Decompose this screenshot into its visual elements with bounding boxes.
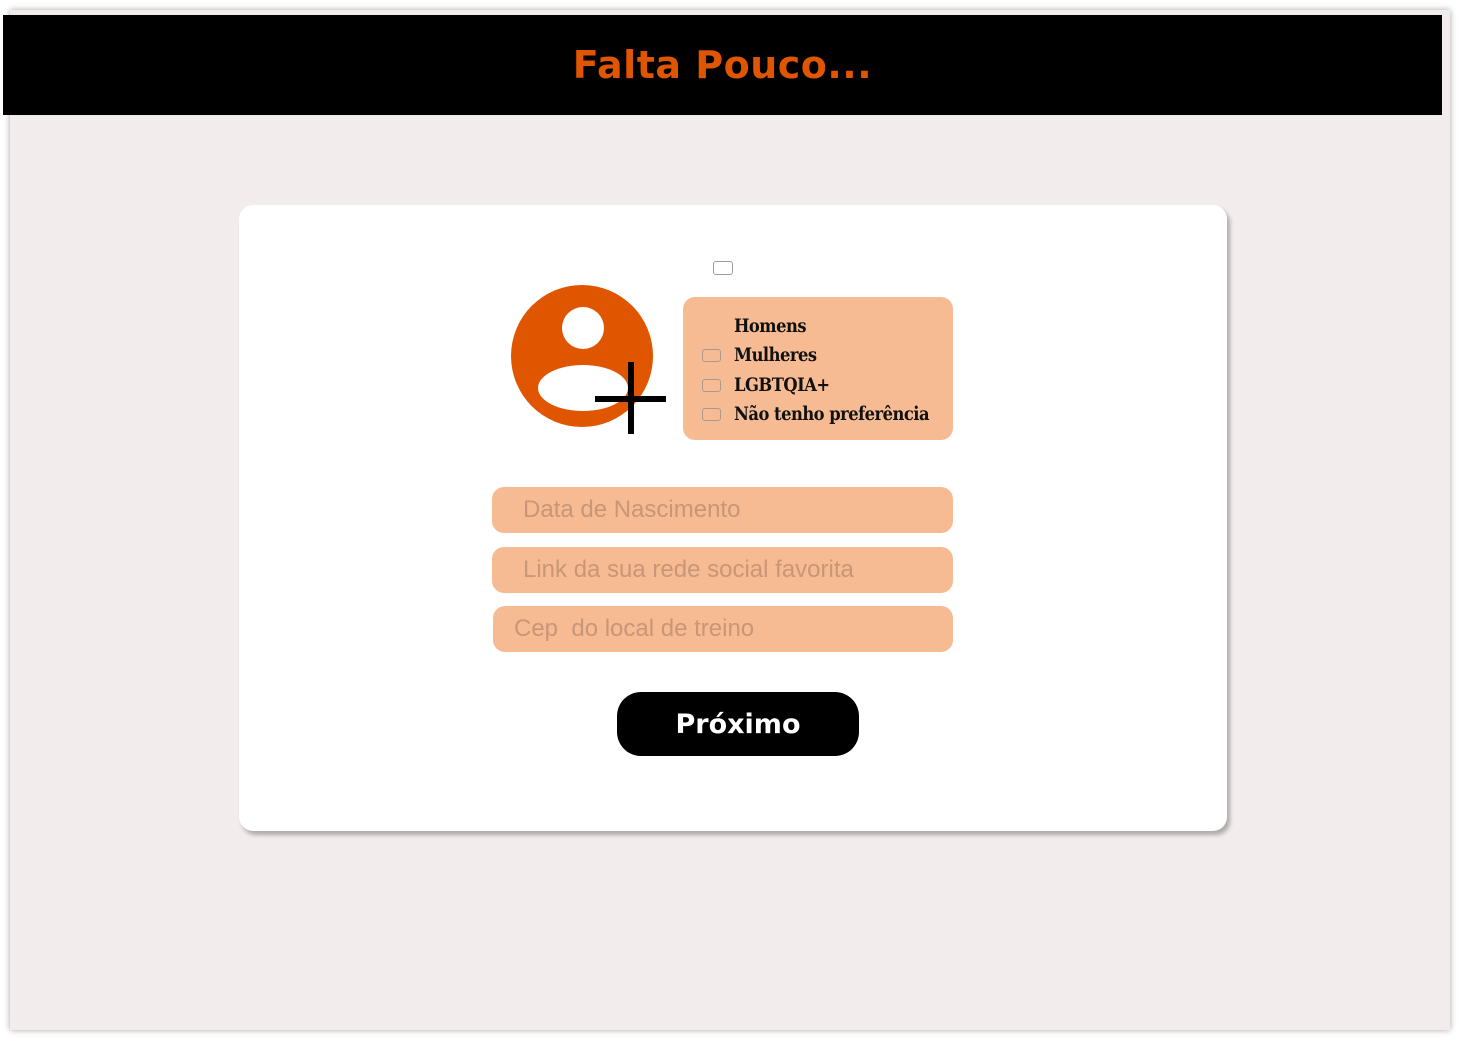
preference-panel: Homens Mulheres LGBTQIA+ Não tenho prefe…: [683, 297, 953, 440]
header-bar: Falta Pouco...: [3, 15, 1442, 115]
checkbox-top[interactable]: [713, 261, 733, 275]
page-title: Falta Pouco...: [572, 43, 873, 87]
preference-checkbox[interactable]: [702, 348, 721, 362]
form-card: Homens Mulheres LGBTQIA+ Não tenho prefe…: [239, 205, 1227, 831]
preference-label: Mulheres: [734, 344, 817, 366]
preference-label: LGBTQIA+: [734, 374, 830, 396]
user-add-icon: [511, 285, 666, 434]
next-button[interactable]: Próximo: [617, 692, 859, 756]
preference-checkbox[interactable]: [702, 378, 721, 392]
preference-label: Não tenho preferência: [734, 403, 930, 425]
avatar-upload[interactable]: [511, 285, 671, 445]
preference-checkbox[interactable]: [702, 407, 721, 421]
preference-label: Homens: [734, 315, 807, 337]
cep-input[interactable]: [493, 606, 953, 652]
social-link-input[interactable]: [492, 547, 953, 593]
birth-date-input[interactable]: [492, 487, 953, 533]
